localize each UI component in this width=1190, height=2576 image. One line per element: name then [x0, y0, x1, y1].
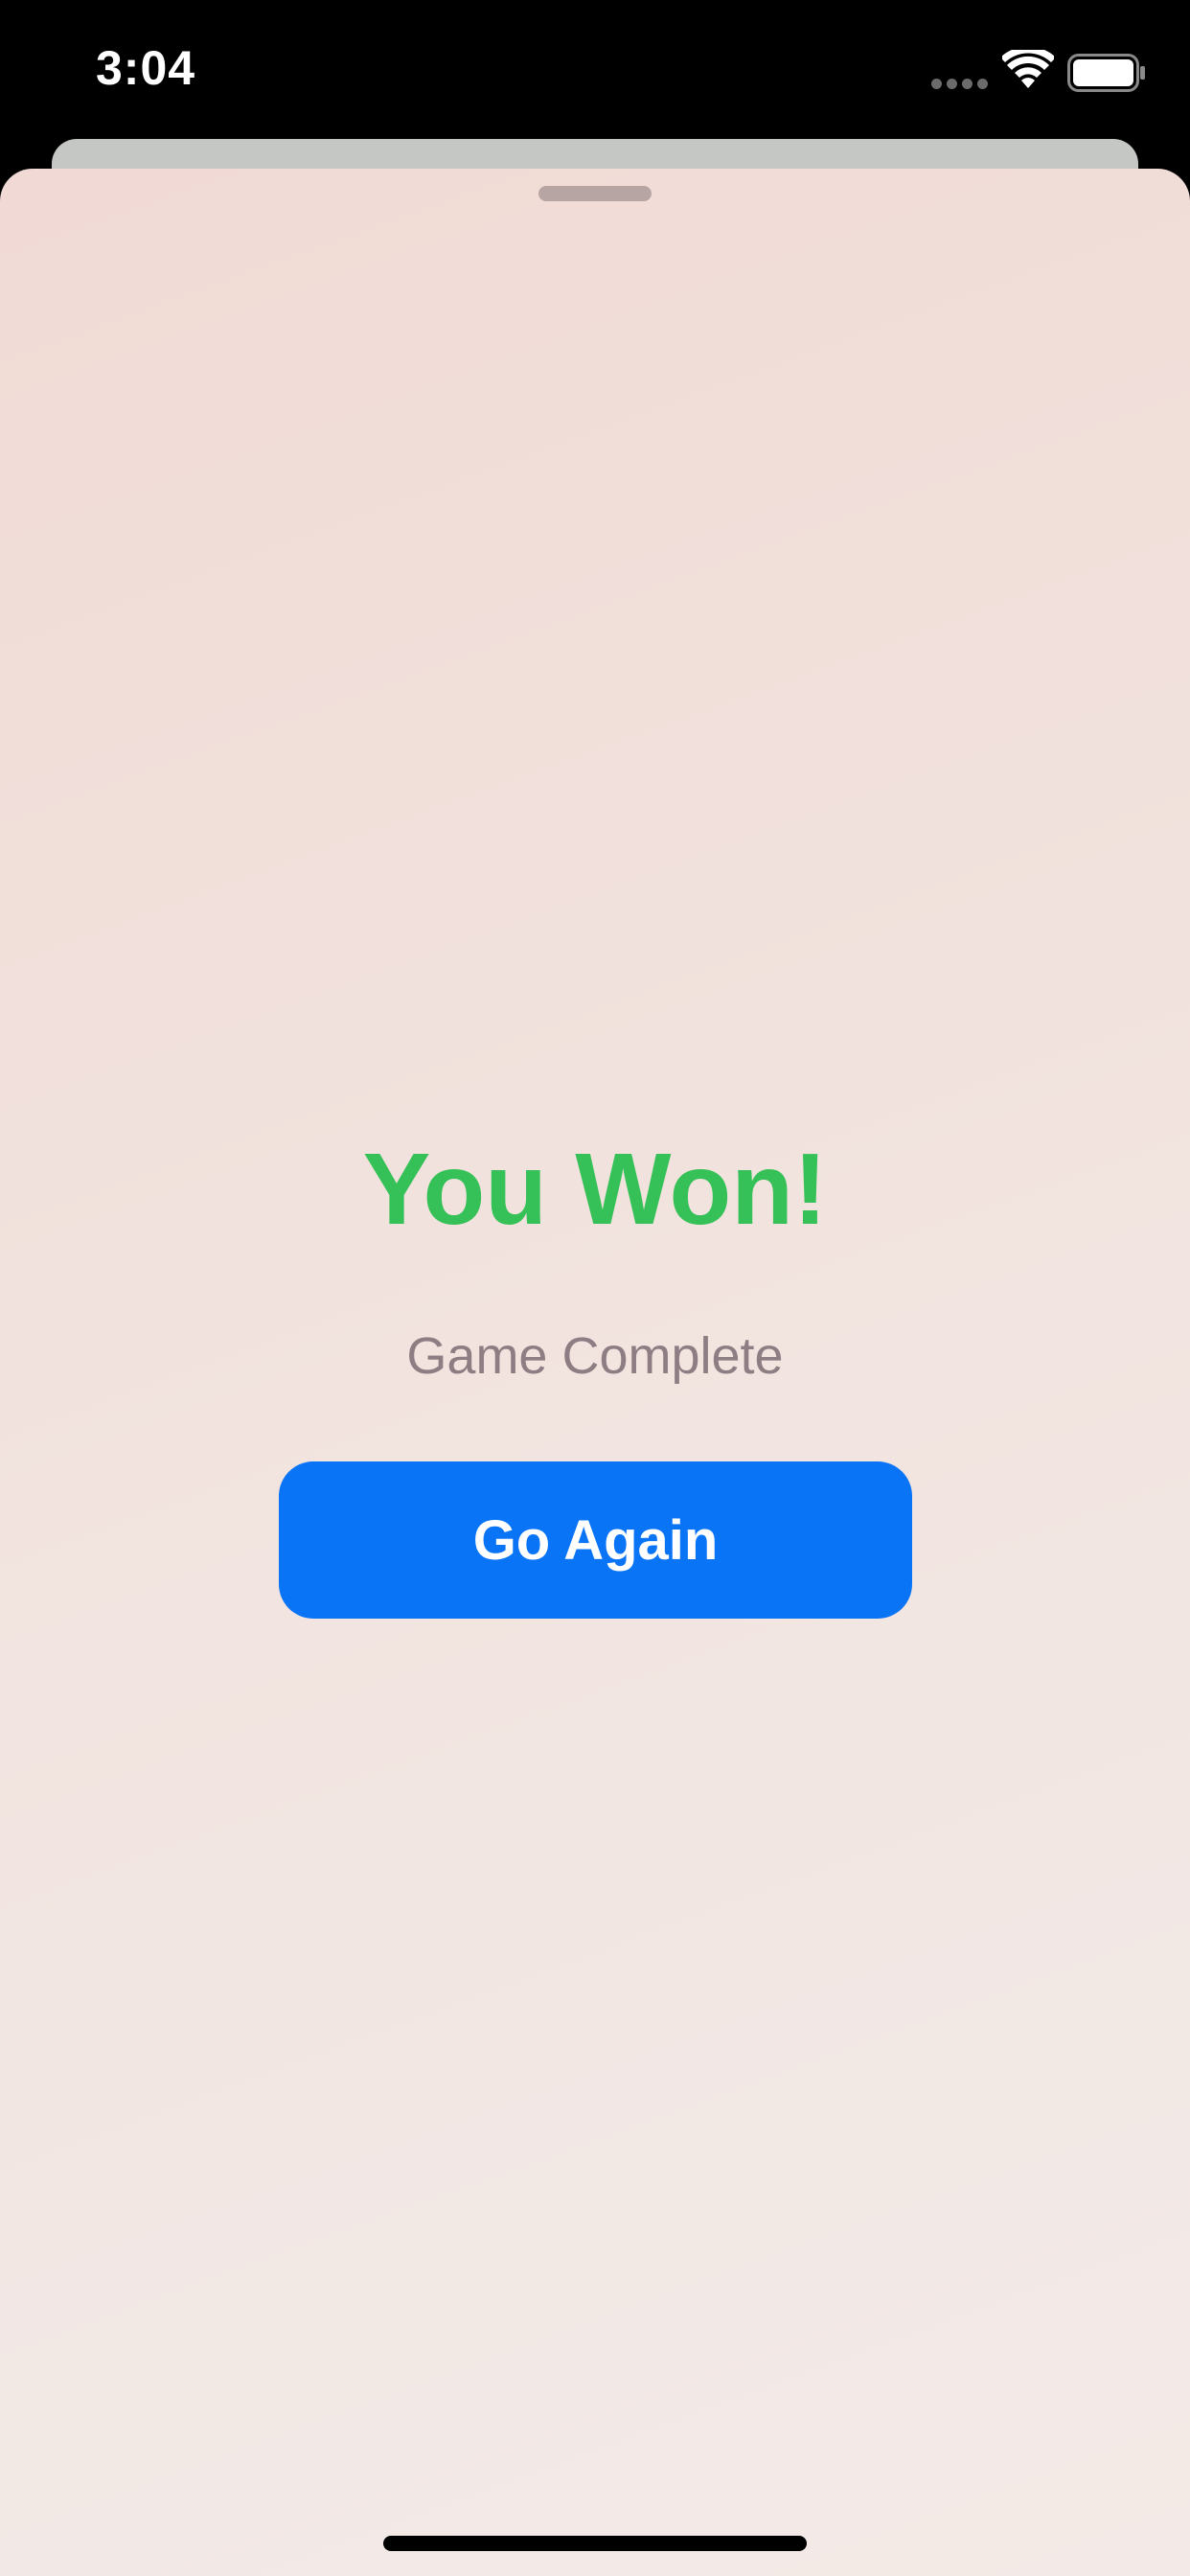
modal-sheet[interactable]: You Won! Game Complete Go Again — [0, 169, 1190, 2576]
go-again-button[interactable]: Go Again — [279, 1461, 912, 1619]
wifi-icon — [1002, 50, 1054, 88]
signal-dots-icon — [931, 79, 989, 90]
home-indicator[interactable] — [383, 2536, 807, 2551]
status-time: 3:04 — [96, 41, 196, 95]
status-bar: 3:04 — [0, 0, 1190, 139]
sheet-grabber[interactable] — [538, 186, 652, 201]
result-subtitle: Game Complete — [406, 1327, 784, 1385]
battery-icon — [1067, 54, 1145, 92]
result-title: You Won! — [362, 1133, 828, 1246]
